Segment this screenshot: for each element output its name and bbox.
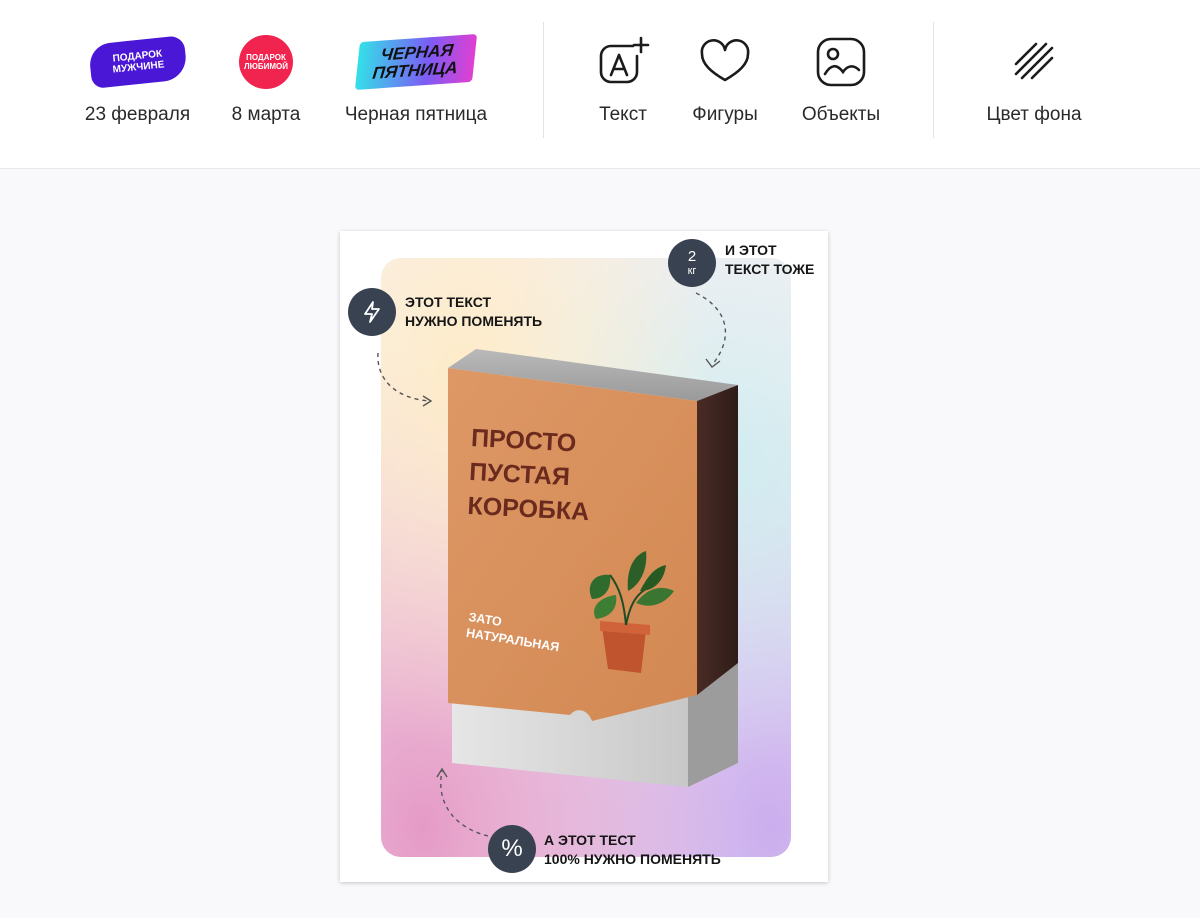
tool-label: Фигуры [692,104,758,125]
tool-label: Объекты [801,104,881,125]
sticker-line: ПОДАРОК [246,53,286,62]
lightning-icon [364,301,380,323]
callout-line: ЭТОТ ТЕКСТ [405,294,492,310]
tool-shapes[interactable]: Фигуры [684,30,766,140]
callout-line: ТЕКСТ ТОЖЕ [725,261,815,277]
template-23-february[interactable]: ПОДАРОК МУЖЧИНЕ 23 февраля [80,30,195,140]
lightning-badge[interactable] [348,288,396,336]
sticker-line: ПЯТНИЦА [371,58,459,83]
tool-background-color[interactable]: Цвет фона [978,30,1090,140]
box-title-line: КОРОБКА [466,491,590,527]
sticker-black-friday: ЧЕРНАЯ ПЯТНИЦА [336,30,496,94]
template-label: Черная пятница [344,104,488,125]
percent-badge[interactable]: % [488,825,536,873]
image-icon [816,37,866,87]
diagonal-lines-icon [1014,42,1054,80]
sticker-line: ЛЮБИМОЙ [244,62,288,71]
template-label: 8 марта [231,104,301,125]
percent-icon: % [501,835,523,862]
heart-shape-icon [700,39,750,82]
editor-toolbar: ПОДАРОК МУЖЧИНЕ 23 февраля ПОДАРОК ЛЮБИМ… [0,0,1200,169]
tool-objects[interactable]: Объекты [794,30,888,140]
sticker-gift-for-man: ПОДАРОК МУЖЧИНЕ [80,30,195,94]
template-8-march[interactable]: ПОДАРОК ЛЮБИМОЙ 8 марта [224,30,308,140]
template-black-friday[interactable]: ЧЕРНАЯ ПЯТНИЦА Черная пятница [336,30,496,140]
sticker-gift-for-beloved: ПОДАРОК ЛЮБИМОЙ [224,30,308,94]
weight-badge[interactable]: 2 кг [668,239,716,287]
tool-label: Текст [599,104,647,125]
badge-unit: кг [687,265,697,277]
callout-text-bottom[interactable]: А ЭТОТ ТЕСТ 100% НУЖНО ПОМЕНЯТЬ [544,831,721,869]
callout-text-top-right[interactable]: И ЭТОТ ТЕКСТ ТОЖЕ [725,241,814,279]
callout-line: А ЭТОТ ТЕСТ [544,832,636,848]
design-canvas[interactable]: 2 кг И ЭТОТ ТЕКСТ ТОЖЕ ЭТОТ ТЕКСТ НУЖНО … [340,231,828,882]
toolbar-divider [543,22,544,138]
box-title[interactable]: ПРОСТО ПУСТАЯ КОРОБКА [467,421,594,529]
product-box-illustration[interactable] [440,343,740,793]
callout-line: НУЖНО ПОМЕНЯТЬ [405,313,543,329]
add-text-icon [599,36,650,84]
badge-number: 2 [687,248,697,265]
tool-label: Цвет фона [986,104,1082,125]
callout-text-left[interactable]: ЭТОТ ТЕКСТ НУЖНО ПОМЕНЯТЬ [405,293,542,331]
callout-line: И ЭТОТ [725,242,777,258]
template-label: 23 февраля [84,104,191,125]
tool-text[interactable]: Текст [588,30,658,140]
toolbar-divider [933,22,934,138]
callout-line: 100% НУЖНО ПОМЕНЯТЬ [544,851,721,867]
